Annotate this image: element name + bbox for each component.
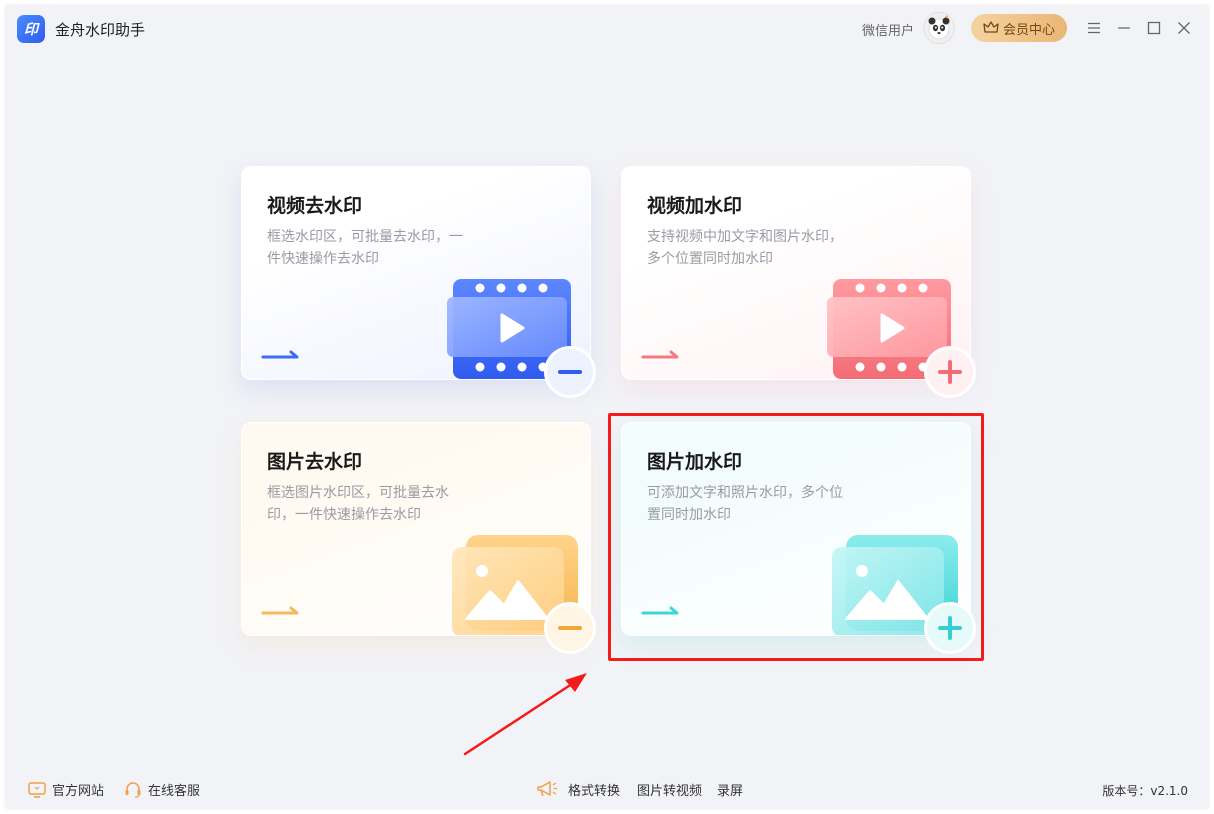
menu-icon[interactable] — [1082, 16, 1106, 40]
card-video-remove-watermark[interactable]: 视频去水印 框选水印区，可批量去水印，一件快速操作去水印 — [241, 166, 593, 395]
arrow-right-icon — [641, 350, 679, 359]
screen-record-label: 录屏 — [717, 784, 744, 799]
plus-circle-icon — [927, 605, 973, 651]
arrow-right-icon — [261, 606, 299, 615]
card-title: 视频去水印 — [267, 195, 363, 217]
arrow-right-icon — [261, 350, 299, 359]
minimize-icon[interactable] — [1112, 16, 1136, 40]
app-window: 印 金舟水印助手 微信用户 会员中心 视频去水印 框选水印区，可批量去水印，一件… — [6, 6, 1208, 808]
app-logo-icon: 印 — [17, 15, 45, 43]
avatar[interactable] — [923, 12, 955, 44]
card-description: 可添加文字和照片水印，多个位置同时加水印 — [647, 485, 843, 523]
footer-bar: 官方网站 在线客服 格式转换 图片转视频 录屏 版本号：v2.1.0 — [6, 770, 1208, 806]
arrow-right-icon — [641, 606, 679, 615]
close-icon[interactable] — [1172, 16, 1196, 40]
panda-avatar-icon — [928, 15, 950, 40]
maximize-icon[interactable] — [1142, 16, 1166, 40]
minus-circle-icon — [547, 605, 593, 651]
image-to-video-link[interactable]: 图片转视频 — [637, 780, 702, 799]
headset-icon — [125, 781, 141, 798]
vip-center-button[interactable]: 会员中心 — [971, 14, 1067, 42]
format-convert-link[interactable]: 格式转换 — [568, 780, 620, 799]
card-inner: 视频加水印 支持视频中加文字和图片水印，多个位置同时加水印 — [622, 167, 970, 379]
online-support-link[interactable]: 在线客服 — [124, 780, 200, 799]
minus-circle-icon — [547, 349, 593, 395]
monitor-icon — [28, 781, 46, 798]
card-inner: 视频去水印 框选水印区，可批量去水印，一件快速操作去水印 — [242, 167, 590, 379]
red-pointer-arrow-icon — [463, 673, 587, 756]
card-description: 框选水印区，可批量去水印，一件快速操作去水印 — [267, 229, 463, 267]
card-description: 支持视频中加文字和图片水印，多个位置同时加水印 — [647, 229, 843, 267]
card-image-add-watermark[interactable]: 图片加水印 可添加文字和照片水印，多个位置同时加水印 — [621, 422, 973, 651]
online-support-label: 在线客服 — [148, 784, 201, 799]
official-website-label: 官方网站 — [52, 784, 105, 799]
vip-center-label: 会员中心 — [1002, 21, 1055, 37]
user-name[interactable]: 微信用户 — [862, 20, 914, 39]
card-title: 视频加水印 — [647, 195, 743, 217]
image-to-video-label: 图片转视频 — [637, 784, 703, 799]
title-bar: 印 金舟水印助手 微信用户 会员中心 — [6, 6, 1208, 50]
card-inner: 图片去水印 框选图片水印区，可批量去水印，一件快速操作去水印 — [242, 423, 590, 635]
screen-record-link[interactable]: 录屏 — [717, 780, 743, 799]
official-website-link[interactable]: 官方网站 — [28, 780, 104, 799]
card-video-add-watermark[interactable]: 视频加水印 支持视频中加文字和图片水印，多个位置同时加水印 — [621, 166, 973, 395]
format-convert-label: 格式转换 — [568, 784, 621, 799]
card-title: 图片加水印 — [647, 451, 743, 473]
card-title: 图片去水印 — [267, 451, 363, 473]
app-title: 金舟水印助手 — [55, 21, 146, 39]
plus-circle-icon — [927, 349, 973, 395]
card-image-remove-watermark[interactable]: 图片去水印 框选图片水印区，可批量去水印，一件快速操作去水印 — [241, 422, 593, 651]
version-label: 版本号：v2.1.0 — [1102, 784, 1188, 798]
card-description: 框选图片水印区，可批量去水印，一件快速操作去水印 — [267, 485, 449, 523]
crown-icon — [983, 21, 999, 33]
megaphone-icon — [537, 781, 557, 797]
card-inner: 图片加水印 可添加文字和照片水印，多个位置同时加水印 — [622, 423, 970, 635]
